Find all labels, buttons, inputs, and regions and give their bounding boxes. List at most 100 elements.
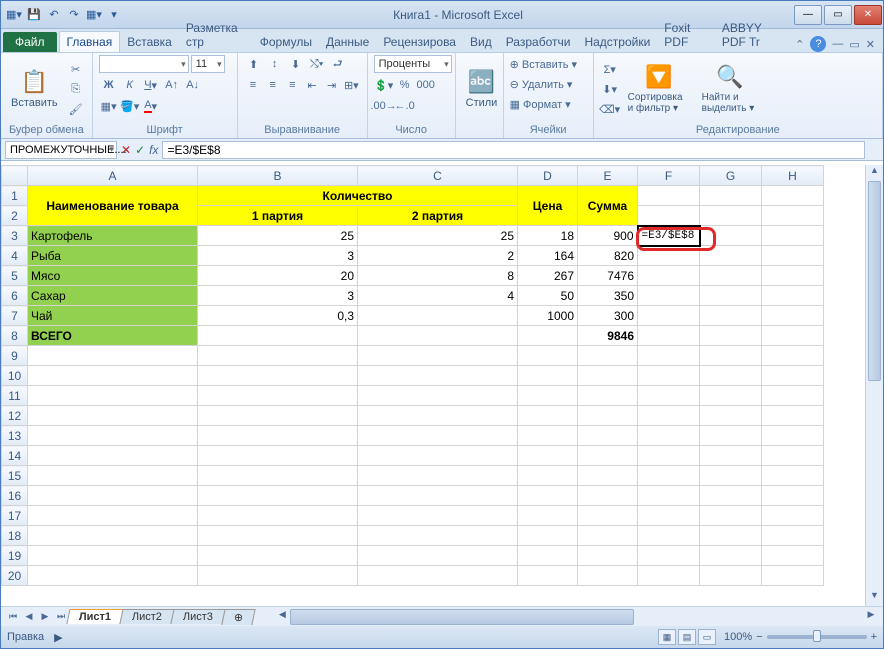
cell[interactable] bbox=[762, 506, 824, 526]
cell[interactable] bbox=[700, 226, 762, 246]
cell[interactable] bbox=[198, 546, 358, 566]
cell[interactable]: Количество bbox=[198, 186, 518, 206]
col-header[interactable]: F bbox=[638, 166, 700, 186]
cell[interactable] bbox=[762, 266, 824, 286]
cell[interactable] bbox=[762, 486, 824, 506]
cell[interactable] bbox=[762, 246, 824, 266]
row-header[interactable]: 12 bbox=[2, 406, 28, 426]
cell[interactable] bbox=[638, 346, 700, 366]
cell[interactable] bbox=[578, 506, 638, 526]
tab-developer[interactable]: Разработчи bbox=[499, 32, 578, 52]
cell[interactable]: 267 bbox=[518, 266, 578, 286]
qat-dropdown-icon[interactable]: ▾ bbox=[105, 6, 123, 24]
align-center-icon[interactable]: ≡ bbox=[263, 76, 282, 94]
align-top-icon[interactable]: ⬆ bbox=[244, 55, 264, 73]
view-page-layout-icon[interactable]: ▤ bbox=[678, 629, 696, 645]
col-header[interactable]: E bbox=[578, 166, 638, 186]
delete-cells-button[interactable]: ⊖ Удалить ▾ bbox=[510, 75, 587, 93]
file-tab[interactable]: Файл bbox=[3, 32, 57, 52]
cell[interactable] bbox=[198, 426, 358, 446]
cell[interactable] bbox=[700, 186, 762, 206]
cell[interactable]: 7476 bbox=[578, 266, 638, 286]
cut-icon[interactable]: ✂ bbox=[66, 60, 86, 78]
cell[interactable] bbox=[358, 426, 518, 446]
col-header[interactable]: G bbox=[700, 166, 762, 186]
autosum-icon[interactable]: Σ▾ bbox=[600, 60, 620, 78]
cell[interactable] bbox=[518, 426, 578, 446]
indent-dec-icon[interactable]: ⇤ bbox=[303, 76, 322, 94]
cell[interactable] bbox=[518, 546, 578, 566]
cell[interactable] bbox=[638, 486, 700, 506]
cell[interactable] bbox=[578, 366, 638, 386]
border-icon[interactable]: ▦▾ bbox=[99, 97, 119, 115]
cell[interactable] bbox=[28, 546, 198, 566]
cell[interactable] bbox=[198, 366, 358, 386]
cell[interactable] bbox=[518, 326, 578, 346]
cell[interactable] bbox=[762, 446, 824, 466]
doc-close-icon[interactable]: ✕ bbox=[866, 38, 875, 51]
tab-review[interactable]: Рецензирова bbox=[376, 32, 463, 52]
sheet-tab-2[interactable]: Лист2 bbox=[120, 609, 175, 624]
cell[interactable] bbox=[700, 546, 762, 566]
cell[interactable] bbox=[762, 526, 824, 546]
cell[interactable] bbox=[28, 366, 198, 386]
zoom-knob[interactable] bbox=[813, 630, 821, 642]
cell[interactable]: 2 партия bbox=[358, 206, 518, 226]
fill-icon[interactable]: ⬇▾ bbox=[600, 80, 620, 98]
view-normal-icon[interactable]: ▦ bbox=[658, 629, 676, 645]
cell[interactable] bbox=[578, 546, 638, 566]
cell[interactable] bbox=[700, 306, 762, 326]
macro-record-icon[interactable]: ▶ bbox=[54, 631, 62, 644]
cell[interactable] bbox=[638, 186, 700, 206]
cell[interactable] bbox=[28, 486, 198, 506]
cell[interactable] bbox=[198, 346, 358, 366]
row-header[interactable]: 20 bbox=[2, 566, 28, 586]
row-header[interactable]: 18 bbox=[2, 526, 28, 546]
cell[interactable] bbox=[198, 526, 358, 546]
redo-icon[interactable]: ↷ bbox=[65, 6, 83, 24]
cell[interactable] bbox=[638, 266, 700, 286]
doc-minimize-icon[interactable]: — bbox=[832, 38, 843, 50]
merge-icon[interactable]: ⊞▾ bbox=[342, 76, 361, 94]
cell[interactable] bbox=[700, 466, 762, 486]
cell[interactable] bbox=[28, 506, 198, 526]
dec-decimal-icon[interactable]: ←.0 bbox=[395, 97, 415, 115]
cell[interactable]: 300 bbox=[578, 306, 638, 326]
align-right-icon[interactable]: ≡ bbox=[283, 76, 302, 94]
row-header[interactable]: 6 bbox=[2, 286, 28, 306]
cell[interactable] bbox=[358, 526, 518, 546]
row-header[interactable]: 11 bbox=[2, 386, 28, 406]
cell[interactable] bbox=[700, 286, 762, 306]
cell[interactable]: 20 bbox=[198, 266, 358, 286]
cell[interactable] bbox=[578, 466, 638, 486]
cell[interactable]: 1 партия bbox=[198, 206, 358, 226]
row-header[interactable]: 9 bbox=[2, 346, 28, 366]
vertical-scrollbar[interactable]: ▲ ▼ bbox=[865, 165, 883, 606]
cell[interactable]: Мясо bbox=[28, 266, 198, 286]
cell[interactable]: Рыба bbox=[28, 246, 198, 266]
cell[interactable] bbox=[700, 266, 762, 286]
col-header[interactable]: B bbox=[198, 166, 358, 186]
font-color-icon[interactable]: A▾ bbox=[141, 97, 161, 115]
zoom-slider[interactable] bbox=[767, 635, 867, 639]
tab-home[interactable]: Главная bbox=[59, 31, 121, 52]
fill-color-icon[interactable]: 🪣▾ bbox=[120, 97, 140, 115]
view-page-break-icon[interactable]: ▭ bbox=[698, 629, 716, 645]
zoom-in-icon[interactable]: + bbox=[871, 631, 877, 643]
cell[interactable] bbox=[578, 446, 638, 466]
format-painter-icon[interactable]: 🖌 bbox=[66, 100, 86, 118]
cell[interactable]: Сумма bbox=[578, 186, 638, 226]
tab-data[interactable]: Данные bbox=[319, 32, 376, 52]
font-size-combo[interactable]: 11 bbox=[191, 55, 225, 73]
number-format-combo[interactable]: Проценты bbox=[374, 55, 452, 73]
cell[interactable]: =E3/$E$8 bbox=[638, 226, 700, 246]
row-header[interactable]: 19 bbox=[2, 546, 28, 566]
cell[interactable] bbox=[762, 226, 824, 246]
cell[interactable] bbox=[28, 466, 198, 486]
cell[interactable] bbox=[700, 346, 762, 366]
tab-abbyy[interactable]: ABBYY PDF Tr bbox=[715, 18, 795, 52]
grid-scroll[interactable]: ABCDEFGH 1Наименование товараКоличествоЦ… bbox=[1, 165, 865, 606]
row-header[interactable]: 17 bbox=[2, 506, 28, 526]
bold-icon[interactable]: Ж bbox=[99, 76, 119, 94]
cell[interactable] bbox=[638, 566, 700, 586]
